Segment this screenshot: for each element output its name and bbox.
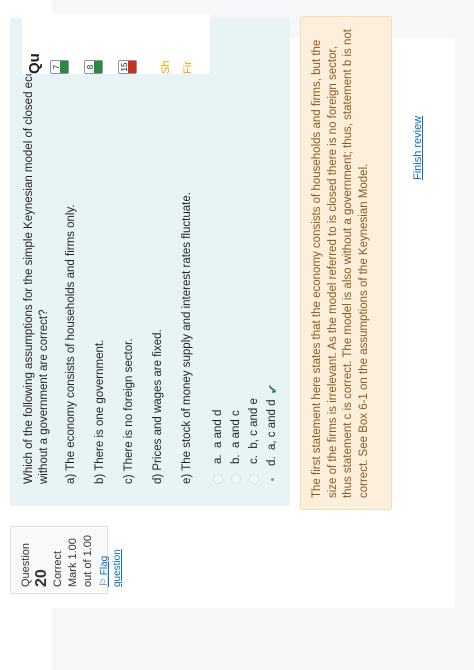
nav-button-15[interactable]: 15	[118, 60, 137, 74]
answer-letter: d.	[265, 456, 278, 466]
answer-letter: a.	[211, 454, 224, 464]
correct-indicator	[60, 61, 68, 73]
question-text: Which of the following assumptions for t…	[23, 41, 50, 484]
statement-c: c) There is no foreign sector.	[123, 338, 135, 484]
radio-button[interactable]	[213, 474, 223, 484]
incorrect-indicator	[128, 61, 136, 73]
quiz-navigation-title: Qu	[26, 53, 43, 74]
question-info: Question 20 Correct Mark 1.00 out of 1.0…	[10, 526, 123, 594]
answer-text: b, c and e	[247, 398, 260, 449]
answer-letter: b.	[229, 454, 242, 464]
answer-text: a and c	[229, 410, 242, 449]
statement-d: d) Prices and wages are fixed.	[152, 329, 164, 484]
question-status: Correct	[52, 550, 64, 587]
finish-review-link[interactable]: Finish review	[412, 116, 424, 180]
answer-option-d[interactable]: d. a, c and d ✔	[263, 30, 281, 484]
show-one-page-link[interactable]: Sh	[160, 61, 172, 74]
statement-b: b) There is one government.	[94, 339, 106, 484]
question-panel: Which of the following assumptions for t…	[10, 18, 290, 506]
question-number: Question 20	[19, 533, 51, 587]
flag-icon: ⚐	[99, 575, 110, 587]
answer-option-c[interactable]: c. b, c and e	[245, 30, 263, 484]
correct-indicator	[94, 61, 102, 73]
answer-letter: c.	[247, 455, 260, 464]
radio-button[interactable]	[249, 474, 259, 484]
answer-text: a, c and d	[265, 399, 278, 451]
flag-question-link[interactable]: ⚐ Flag question	[98, 533, 124, 587]
radio-button-selected[interactable]	[270, 478, 274, 481]
radio-button[interactable]	[231, 474, 241, 484]
statement-e: e) The stock of money supply and interes…	[181, 192, 193, 484]
question-mark: Mark 1.00 out of 1.00	[67, 535, 94, 587]
finish-review-nav-link[interactable]: Fir	[182, 61, 194, 74]
quiz-navigation-panel: Qu 7 8 15 Sh Fir	[22, 14, 210, 74]
feedback-panel: The first statement here states that the…	[300, 16, 392, 510]
check-icon: ✔	[264, 383, 280, 395]
feedback-text: The first statement here states that the…	[311, 29, 370, 498]
nav-button-8[interactable]: 8	[84, 60, 103, 74]
answer-option-b[interactable]: b. a and c	[227, 30, 245, 484]
answer-options: a. a and d b. a and c c. b, c and e d. a…	[209, 30, 281, 484]
bottom-strip	[455, 0, 474, 670]
answer-text: a and d	[211, 409, 224, 449]
question-number-value: 20	[33, 569, 50, 587]
statement-a: a) The economy consists of households an…	[65, 204, 77, 484]
question-label: Question	[20, 542, 32, 587]
answer-option-a[interactable]: a. a and d	[209, 30, 227, 484]
nav-button-7[interactable]: 7	[50, 60, 69, 74]
rotated-page: Question 20 Correct Mark 1.00 out of 1.0…	[0, 0, 474, 670]
